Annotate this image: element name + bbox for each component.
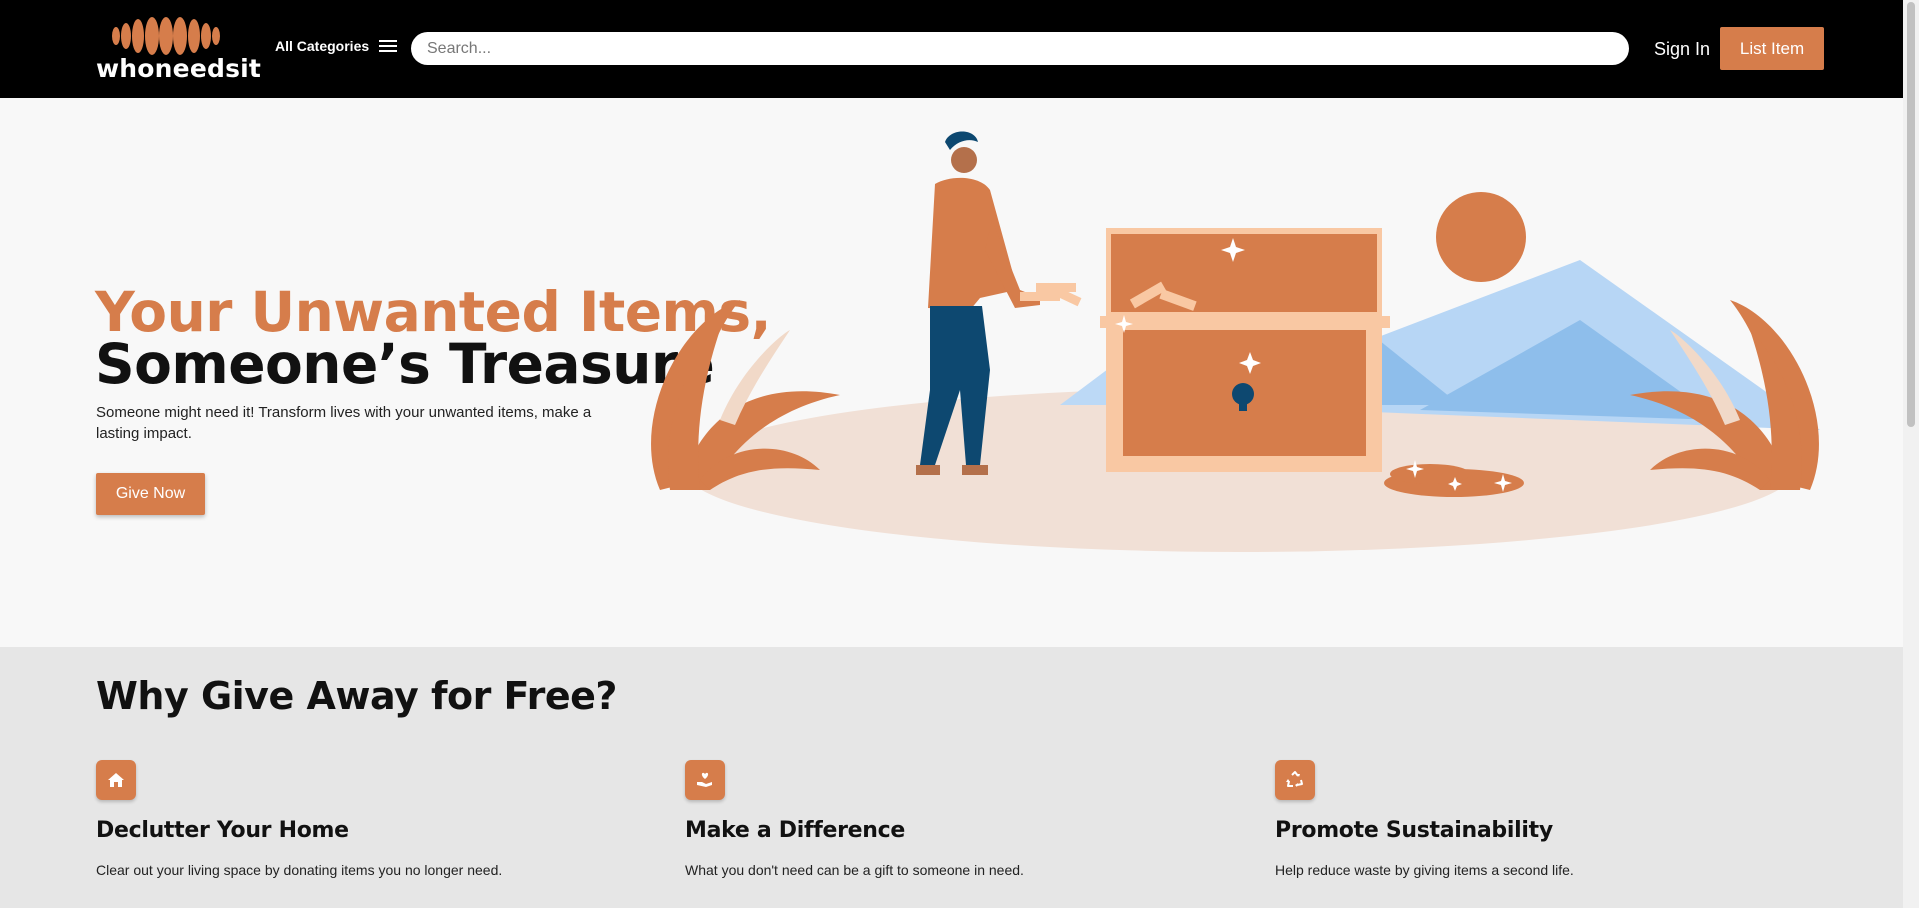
feature-description: Help reduce waste by giving items a seco… <box>1275 862 1574 878</box>
logo-mark-icon <box>112 17 220 55</box>
hamburger-menu-icon <box>379 40 398 52</box>
feature-title: Declutter Your Home <box>96 818 349 843</box>
feature-title: Promote Sustainability <box>1275 818 1553 843</box>
recycle-icon <box>1275 760 1315 800</box>
all-categories-menu[interactable]: All Categories <box>275 38 398 54</box>
sun-shape <box>1436 192 1526 282</box>
list-item-button[interactable]: List Item <box>1720 27 1824 70</box>
why-section-title: Why Give Away for Free? <box>96 674 617 718</box>
logo-text: whoneedsit <box>96 54 262 83</box>
home-icon <box>96 760 136 800</box>
scrollbar-thumb[interactable] <box>1907 2 1915 427</box>
categories-label: All Categories <box>275 38 370 54</box>
sign-in-link[interactable]: Sign In <box>1654 39 1710 60</box>
top-navbar: whoneedsit All Categories Sign In List I… <box>0 0 1903 98</box>
give-now-button[interactable]: Give Now <box>96 473 205 515</box>
hero-illustration <box>651 131 1820 552</box>
feature-sustainability: Promote Sustainability Help reduce waste… <box>1275 760 1835 878</box>
site-logo[interactable]: whoneedsit <box>96 16 261 83</box>
hero-title-line2: Someone’s Treasure <box>95 332 715 396</box>
feature-difference: Make a Difference What you don't need ca… <box>685 760 1245 878</box>
hand-heart-icon <box>685 760 725 800</box>
hero-subtitle: Someone might need it! Transform lives w… <box>96 404 592 442</box>
feature-title: Make a Difference <box>685 818 906 843</box>
why-section: Why Give Away for Free? Declutter Your H… <box>0 647 1903 908</box>
chest-coins-row <box>1100 316 1390 328</box>
feature-description: Clear out your living space by donating … <box>96 862 503 878</box>
chest-lid <box>1111 234 1377 312</box>
feature-description: What you don't need can be a gift to som… <box>685 862 1024 878</box>
page-scrollbar[interactable] <box>1903 0 1919 908</box>
search-input[interactable] <box>411 32 1629 65</box>
feature-declutter: Declutter Your Home Clear out your livin… <box>96 760 656 878</box>
